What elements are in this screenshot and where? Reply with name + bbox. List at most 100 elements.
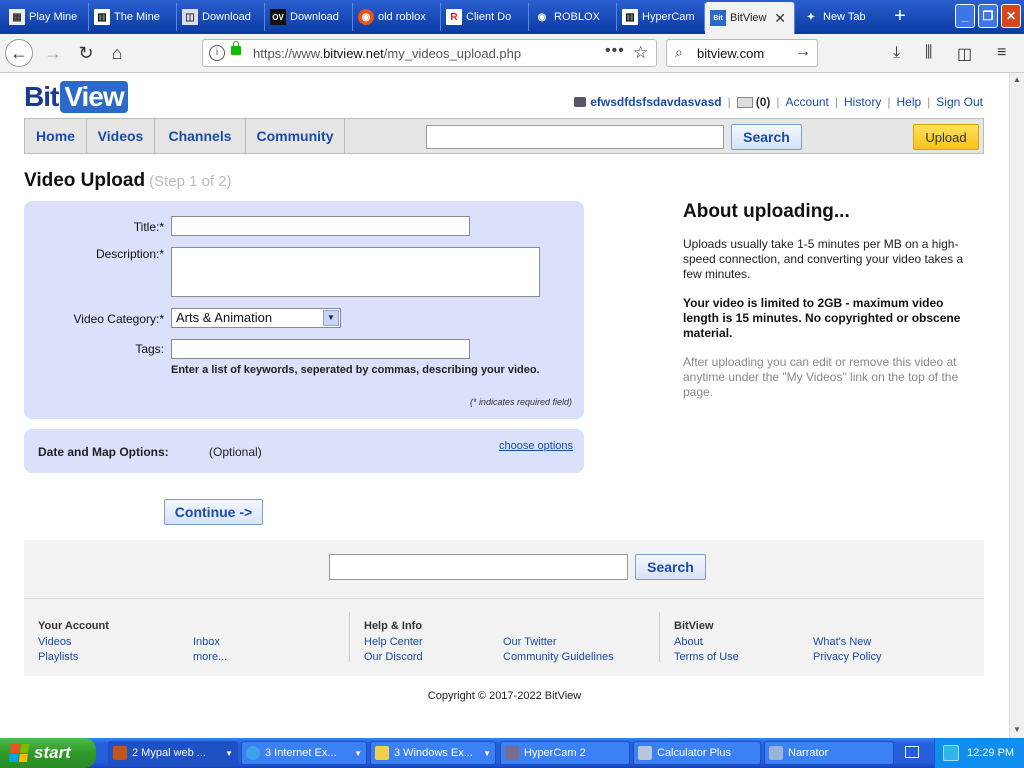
system-tray: 12:29 PM (934, 738, 1024, 768)
windows-taskbar: start 2 Mypal web ... ▼ 3 Internet Ex... ▼… (0, 738, 1024, 768)
page-scrollbar[interactable]: ▲ ▼ (1009, 73, 1024, 738)
footer-bitview-title: BitView (674, 620, 714, 632)
category-select[interactable]: Arts & Animation ▼ (171, 308, 341, 328)
nav-home[interactable]: Home (25, 119, 87, 153)
footer-help-center-link[interactable]: Help Center (364, 636, 423, 648)
address-bar[interactable]: i https://www.bitview.net/my_videos_uplo… (202, 39, 657, 67)
site-search-input[interactable] (426, 125, 724, 149)
sidebar-icon[interactable]: ◫ (957, 44, 972, 64)
windows-logo-icon (8, 744, 30, 762)
bitview-logo[interactable]: Bit View (24, 81, 128, 113)
username-link[interactable]: efwsdfdsfsdavdasvasd (590, 95, 721, 109)
footer-privacy-link[interactable]: Privacy Policy (813, 651, 881, 663)
clock: 12:29 PM (967, 747, 1015, 759)
browser-search-bar[interactable]: ⌕ bitview.com → (666, 39, 818, 67)
task-narrator[interactable]: Narrator (764, 741, 894, 765)
history-link[interactable]: History (844, 95, 881, 109)
minimize-button[interactable]: _ (955, 4, 975, 28)
museum-icon: ▥ (94, 9, 110, 25)
library-icon[interactable]: ⫼ (925, 44, 932, 62)
task-internet-explorer[interactable]: 3 Internet Ex... ▼ (241, 741, 367, 765)
nav-channels[interactable]: Channels (155, 119, 246, 153)
roblox-r-icon: R (446, 9, 462, 25)
restore-button[interactable]: ❐ (978, 4, 998, 28)
tab-new-tab[interactable]: ✦ New Tab (798, 3, 886, 31)
info-icon[interactable]: i (209, 45, 225, 61)
nav-community[interactable]: Community (246, 119, 345, 153)
scroll-down-icon[interactable]: ▼ (1012, 725, 1022, 734)
options-label: Date and Map Options: (38, 445, 169, 459)
page-actions-icon[interactable]: ••• (605, 42, 625, 60)
copyright: Copyright © 2017-2022 BitView (427, 690, 582, 702)
title-label: Title:* (133, 220, 164, 234)
hypercam-icon (505, 746, 519, 760)
chevron-down-icon: ▼ (483, 748, 491, 758)
help-link[interactable]: Help (896, 95, 921, 109)
tab-roblox[interactable]: ◉ ROBLOX (529, 3, 617, 31)
about-heading: About uploading... (683, 201, 850, 222)
footer-discord-link[interactable]: Our Discord (364, 651, 423, 663)
tab-hypercam[interactable]: ▥ HyperCam (617, 3, 705, 31)
forward-button[interactable]: → (39, 39, 67, 67)
footer-about-link[interactable]: About (674, 636, 703, 648)
site-search-button[interactable]: Search (731, 124, 802, 150)
tab-bitview[interactable]: Bit BitView ✕ (705, 2, 795, 34)
footer-twitter-link[interactable]: Our Twitter (503, 636, 557, 648)
tags-input[interactable] (171, 339, 470, 359)
folder-icon (375, 746, 389, 760)
choose-options-link[interactable]: choose options (499, 440, 573, 452)
footer-terms-link[interactable]: Terms of Use (674, 651, 739, 663)
main-nav: Home Videos Channels Community Search Up… (24, 118, 984, 154)
nav-videos[interactable]: Videos (87, 119, 155, 153)
sign-out-link[interactable]: Sign Out (936, 95, 983, 109)
reload-button[interactable]: ↻ (72, 39, 100, 67)
bookmark-star-icon[interactable]: ☆ (633, 43, 648, 63)
close-tab-icon[interactable]: ✕ (774, 10, 786, 27)
task-windows-explorer[interactable]: 3 Windows Ex... ▼ (370, 741, 496, 765)
footer-videos-link[interactable]: Videos (38, 636, 71, 648)
user-links: efwsdfdsfsdavdasvasd | (0) | Account | H… (574, 95, 983, 109)
new-tab-button[interactable]: + (888, 4, 912, 30)
footer-account-title: Your Account (38, 620, 109, 632)
tab-play-minecraft[interactable]: ▦ Play Mine (4, 3, 89, 31)
task-hypercam[interactable]: HyperCam 2 (500, 741, 630, 765)
menu-icon[interactable]: ≡ (997, 44, 1006, 62)
page-footer: Search Your Account Videos Playlists Inb… (24, 540, 984, 676)
about-text-3: After uploading you can edit or remove t… (683, 355, 959, 399)
footer-search-input[interactable] (329, 554, 628, 580)
footer-whats-new-link[interactable]: What's New (813, 636, 871, 648)
task-calculator-plus[interactable]: Calculator Plus (633, 741, 761, 765)
footer-more-link[interactable]: more... (193, 651, 227, 663)
search-go-icon[interactable]: → (795, 43, 811, 61)
footer-playlists-link[interactable]: Playlists (38, 651, 78, 663)
scroll-up-icon[interactable]: ▲ (1012, 75, 1022, 84)
tags-label: Tags: (135, 342, 164, 356)
tab-download-1[interactable]: ◫ Download (177, 3, 265, 31)
description-textarea[interactable] (171, 247, 540, 297)
downloads-icon[interactable]: ⤓ (893, 44, 900, 62)
calculator-icon (638, 746, 652, 760)
tab-download-2[interactable]: OV Download (265, 3, 353, 31)
tab-client-download[interactable]: R Client Do (441, 3, 529, 31)
footer-search-button[interactable]: Search (635, 554, 706, 580)
upload-button[interactable]: Upload (913, 124, 979, 150)
about-text-1: Uploads usually take 1-5 minutes per MB … (683, 237, 964, 281)
tab-old-roblox[interactable]: ◉ old roblox (353, 3, 441, 31)
network-icon[interactable] (943, 745, 959, 761)
tab-the-mine[interactable]: ▥ The Mine (89, 3, 177, 31)
home-button[interactable]: ⌂ (103, 39, 131, 67)
user-icon (574, 97, 587, 107)
keyboard-icon[interactable] (905, 746, 919, 758)
chevron-down-icon[interactable]: ▼ (323, 310, 339, 326)
inbox-count[interactable]: (0) (756, 95, 771, 109)
footer-inbox-link[interactable]: Inbox (193, 636, 220, 648)
close-window-button[interactable]: ✕ (1001, 4, 1021, 28)
back-button[interactable]: ← (5, 39, 33, 67)
footer-guidelines-link[interactable]: Community Guidelines (503, 651, 614, 663)
browser-tab-strip: ▦ Play Mine ▥ The Mine ◫ Download OV Downloa… (0, 0, 1024, 34)
title-input[interactable] (171, 216, 470, 236)
account-link[interactable]: Account (786, 95, 829, 109)
start-button[interactable]: start (0, 738, 96, 768)
continue-button[interactable]: Continue -> (164, 499, 263, 525)
task-mypal[interactable]: 2 Mypal web ... ▼ (108, 741, 238, 765)
